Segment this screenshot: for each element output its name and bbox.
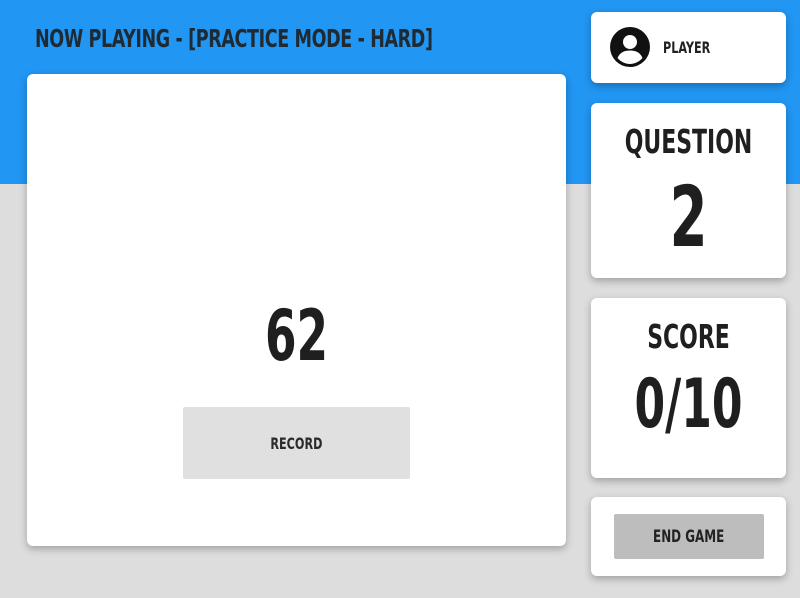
player-name: PLAYER [663,38,711,57]
end-game-button[interactable]: END GAME [614,514,764,559]
player-card: PLAYER [591,12,786,83]
game-card: 62 RECORD [27,74,566,546]
score-label: SCORE [647,317,730,356]
record-button-label: RECORD [270,433,323,453]
record-button[interactable]: RECORD [183,407,410,479]
score-value: 0/10 [634,365,743,444]
question-card: QUESTION 2 [591,103,786,278]
account-circle-icon [610,27,650,67]
current-number: 62 [264,295,329,377]
end-game-label: END GAME [653,526,725,547]
score-card: SCORE 0/10 [591,298,786,478]
question-number: 2 [669,168,708,266]
page-title: NOW PLAYING - [PRACTICE MODE - HARD] [35,24,433,53]
question-label: QUESTION [624,122,753,161]
end-game-card: END GAME [591,497,786,576]
